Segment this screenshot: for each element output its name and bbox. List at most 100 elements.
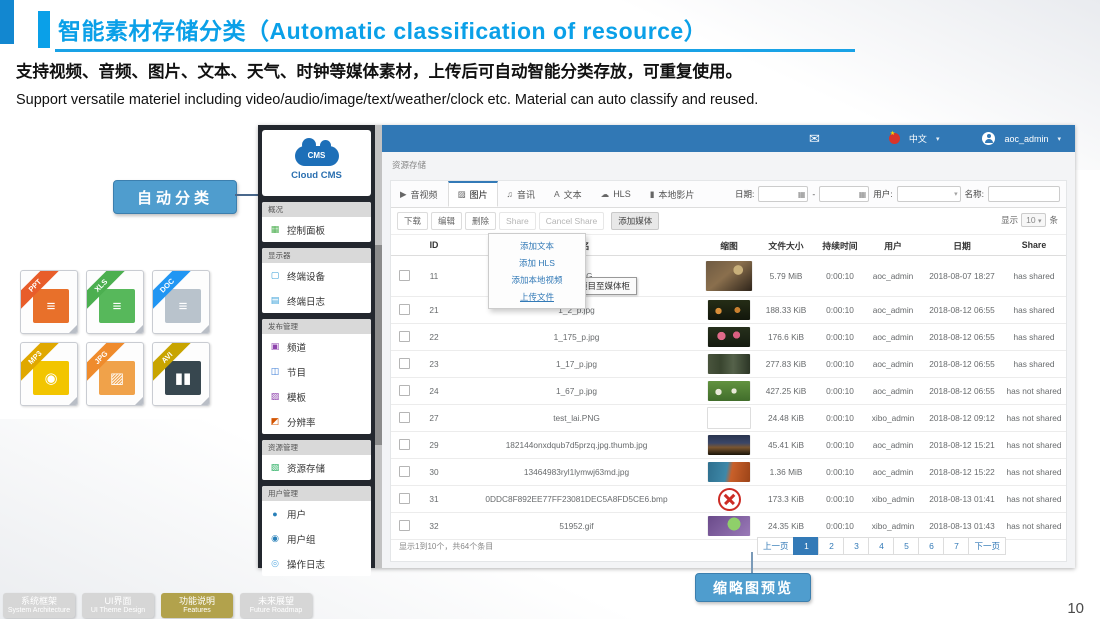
scrollbar-thumb[interactable] bbox=[375, 245, 382, 445]
bottom-tab-future-roadmap[interactable]: 未来展望Future Roadmap bbox=[240, 593, 312, 618]
table-row[interactable]: 241_67_p.jpg427.25 KiB0:00:10aoc_admin20… bbox=[391, 378, 1066, 405]
show-entries-select[interactable]: 10 ▾ bbox=[1021, 213, 1046, 227]
bottom-tab-label-zh: 未来展望 bbox=[240, 596, 312, 606]
thumbnail-image[interactable] bbox=[708, 381, 750, 401]
sidebar-item-terminal-device[interactable]: ▢终端设备 bbox=[262, 263, 371, 288]
tab-本地影片[interactable]: ▮本地影片 bbox=[641, 181, 705, 207]
page-fold-corner bbox=[68, 396, 78, 406]
dropdown-item[interactable]: 添加文本 bbox=[489, 237, 585, 254]
envelope-icon[interactable]: ✉ bbox=[809, 131, 820, 147]
sidebar-nav: 概况▦控制面板显示器▢终端设备▤终端日志发布管理▣频道◫节目▨模板◩分辨率资源管… bbox=[258, 202, 375, 576]
resolution-icon: ◩ bbox=[270, 416, 280, 427]
callout-thumbnail-preview-label: 缩略图预览 bbox=[713, 578, 793, 598]
bottom-tab-label-en: Features bbox=[161, 607, 233, 615]
user-filter-select[interactable]: ▾ bbox=[897, 186, 961, 202]
row-checkbox[interactable] bbox=[399, 466, 410, 477]
tab-文本[interactable]: A文本 bbox=[545, 181, 592, 207]
tab-图片[interactable]: ▨图片 bbox=[448, 181, 498, 207]
thumbnail-image[interactable] bbox=[708, 300, 750, 320]
bottom-tab-features[interactable]: 功能说明Features bbox=[161, 593, 233, 618]
user-menu[interactable]: aoc_admin bbox=[1004, 134, 1048, 144]
row-checkbox[interactable] bbox=[399, 358, 410, 369]
chevron-down-icon[interactable]: ▾ bbox=[936, 135, 940, 143]
sidebar-scrollbar[interactable] bbox=[375, 125, 382, 568]
thumbnail-image[interactable] bbox=[708, 462, 750, 482]
toolbar: 下载编辑删除ShareCancel Share添加媒体 显示 10 ▾ 条 bbox=[391, 208, 1066, 235]
cell-duration: 0:00:10 bbox=[816, 467, 864, 477]
date-separator: - bbox=[812, 189, 815, 199]
file-icon: ▮ bbox=[650, 189, 655, 200]
sidebar-section-header: 用户管理 bbox=[262, 486, 371, 501]
sidebar-item-user-group[interactable]: ◉用户组 bbox=[262, 526, 371, 551]
删除-button[interactable]: 删除 bbox=[465, 212, 496, 230]
cms-logo[interactable]: CMS Cloud CMS bbox=[262, 130, 371, 196]
tab-音讯[interactable]: ♫音讯 bbox=[498, 181, 545, 207]
table-row[interactable]: 29182144onxdqub7d5przq.jpg.thumb.jpg45.4… bbox=[391, 432, 1066, 459]
column-header: 缩图 bbox=[702, 239, 756, 252]
china-flag-icon bbox=[889, 133, 900, 144]
date-from-input[interactable]: ▦ bbox=[758, 186, 808, 202]
language-selector[interactable]: 中文 bbox=[909, 132, 927, 145]
sidebar-item-resolution[interactable]: ◩分辨率 bbox=[262, 409, 371, 434]
row-checkbox[interactable] bbox=[399, 412, 410, 423]
table-row[interactable]: 3013464983ryl1lymwj63md.jpg1.36 MiB0:00:… bbox=[391, 459, 1066, 486]
media-tabs-strip: ▶音视频▨图片♫音讯A文本☁HLS▮本地影片 bbox=[391, 181, 704, 207]
add-media-button[interactable]: 添加媒体 bbox=[611, 212, 659, 230]
cell-share-status: has not shared bbox=[1002, 467, 1066, 477]
row-checkbox[interactable] bbox=[399, 520, 410, 531]
page-fold-corner bbox=[200, 324, 210, 334]
thumbnail-image[interactable] bbox=[708, 354, 750, 374]
pagination-prev-button[interactable]: 上一页 bbox=[757, 537, 795, 555]
sidebar-item-program[interactable]: ◫节目 bbox=[262, 359, 371, 384]
row-checkbox-cell bbox=[391, 358, 417, 371]
table-row[interactable]: 27test_lai.PNG24.48 KiB0:00:10xibo_admin… bbox=[391, 405, 1066, 432]
thumbnail-image[interactable] bbox=[706, 261, 752, 291]
row-checkbox[interactable] bbox=[399, 270, 410, 281]
table-row[interactable]: 231_17_p.jpg277.83 KiB0:00:10aoc_admin20… bbox=[391, 351, 1066, 378]
pagination-page-2[interactable]: 2 bbox=[818, 537, 844, 555]
sidebar-item-template[interactable]: ▨模板 bbox=[262, 384, 371, 409]
chevron-down-icon[interactable]: ▾ bbox=[1057, 135, 1061, 143]
table-row[interactable]: 310DDC8F892EE77FF23081DEC5A8FD5CE6.bmp17… bbox=[391, 486, 1066, 513]
tab-音视频[interactable]: ▶音视频 bbox=[391, 181, 448, 207]
dropdown-item[interactable]: 添加 HLS bbox=[489, 254, 585, 271]
pagination-page-3[interactable]: 3 bbox=[843, 537, 869, 555]
name-filter-input[interactable] bbox=[988, 186, 1060, 202]
share-button[interactable]: Share bbox=[499, 212, 536, 230]
dropdown-item[interactable]: 上传文件 bbox=[489, 288, 585, 305]
cancel-share-button[interactable]: Cancel Share bbox=[539, 212, 605, 230]
thumbnail-image[interactable] bbox=[707, 407, 751, 429]
table-row[interactable]: 221_175_p.jpg176.6 KiB0:00:10aoc_admin20… bbox=[391, 324, 1066, 351]
sidebar-item-channel[interactable]: ▣频道 bbox=[262, 334, 371, 359]
bottom-tab-system-architecture[interactable]: 系统框架System Architecture bbox=[3, 593, 75, 618]
row-checkbox-cell bbox=[391, 304, 417, 317]
row-checkbox[interactable] bbox=[399, 331, 410, 342]
sidebar-item-resource-storage[interactable]: ▧资源存储 bbox=[262, 455, 371, 480]
subtitle-english: Support versatile materiel including vid… bbox=[16, 92, 758, 108]
row-checkbox[interactable] bbox=[399, 439, 410, 450]
thumbnail-image[interactable] bbox=[708, 435, 750, 455]
pagination-page-1[interactable]: 1 bbox=[793, 537, 819, 555]
tab-HLS[interactable]: ☁HLS bbox=[592, 181, 641, 207]
pagination-page-7[interactable]: 7 bbox=[943, 537, 969, 555]
sidebar-item-operation-log[interactable]: ◎操作日志 bbox=[262, 551, 371, 576]
thumbnail-image[interactable] bbox=[708, 327, 750, 347]
cell-filename: 1_17_p.jpg bbox=[451, 359, 702, 369]
pagination-page-6[interactable]: 6 bbox=[918, 537, 944, 555]
pagination-page-5[interactable]: 5 bbox=[893, 537, 919, 555]
bottom-tab-ui-theme-design[interactable]: UI界面UI Theme Design bbox=[82, 593, 154, 618]
下载-button[interactable]: 下载 bbox=[397, 212, 428, 230]
row-checkbox[interactable] bbox=[399, 304, 410, 315]
row-checkbox[interactable] bbox=[399, 385, 410, 396]
编辑-button[interactable]: 编辑 bbox=[431, 212, 462, 230]
cell-date: 2018-08-12 06:55 bbox=[922, 332, 1002, 342]
storage-icon: ▧ bbox=[270, 462, 280, 473]
date-to-input[interactable]: ▦ bbox=[819, 186, 869, 202]
pagination-next-button[interactable]: 下一页 bbox=[968, 537, 1006, 555]
pagination-page-4[interactable]: 4 bbox=[868, 537, 894, 555]
sidebar-item-terminal-log[interactable]: ▤终端日志 bbox=[262, 288, 371, 313]
sidebar-item-control-panel[interactable]: ▦控制面板 bbox=[262, 217, 371, 242]
row-checkbox[interactable] bbox=[399, 493, 410, 504]
sidebar-item-user[interactable]: ●用户 bbox=[262, 501, 371, 526]
dropdown-item[interactable]: 添加本地视频 bbox=[489, 271, 585, 288]
